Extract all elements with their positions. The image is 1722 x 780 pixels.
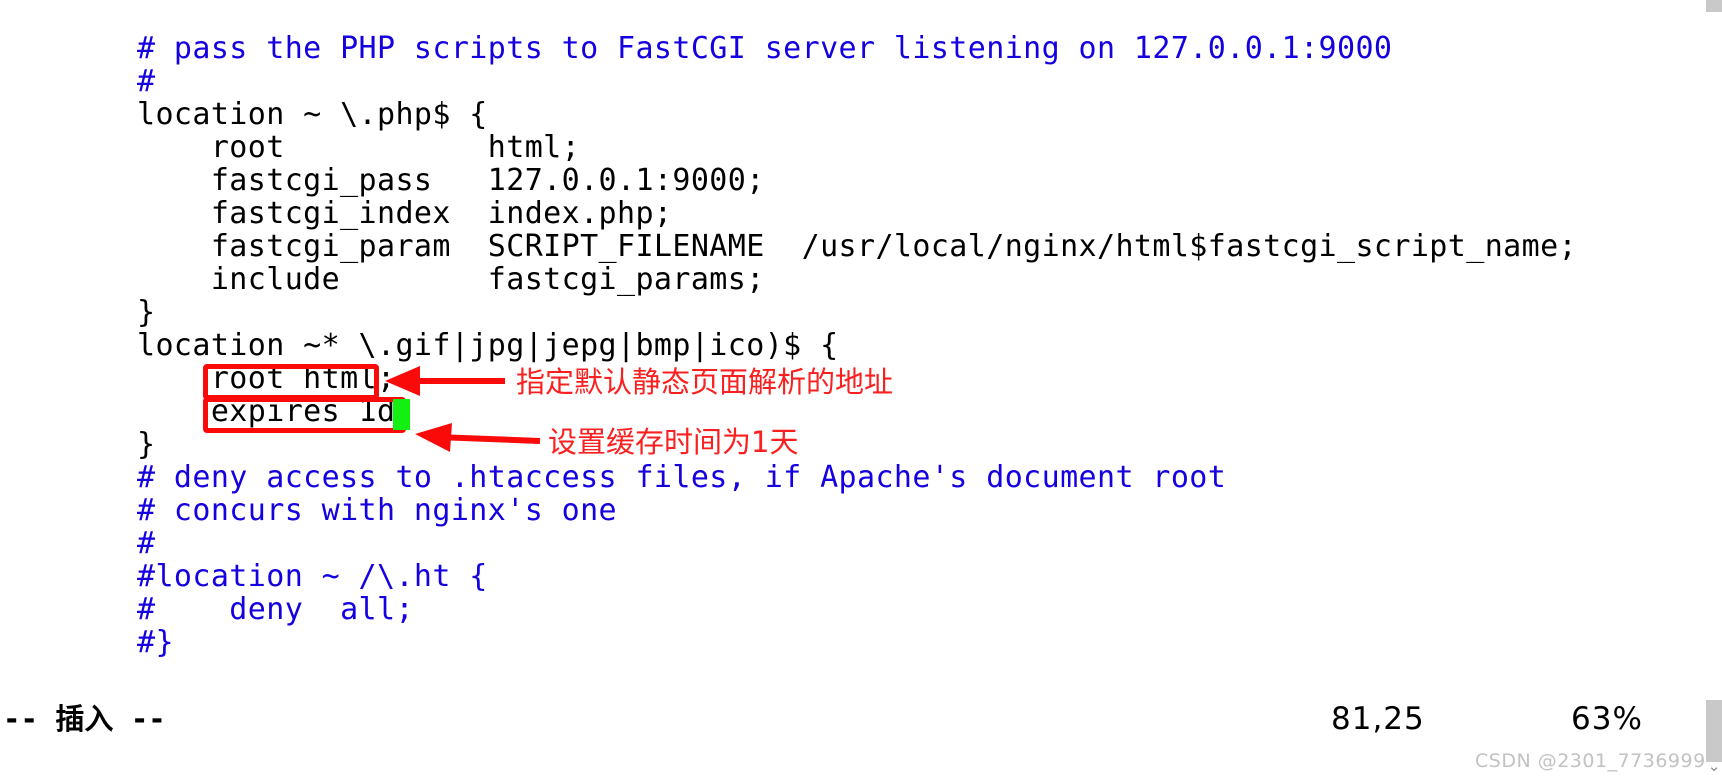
csdn-watermark: CSDN @2301_77369997: [1475, 750, 1719, 772]
code-line[interactable]: include fastcgi_params;: [137, 264, 765, 296]
code-line[interactable]: location ~* \.gif|jpg|jepg|bmp|ico)$ {: [137, 330, 839, 362]
code-line[interactable]: }: [137, 429, 155, 461]
code-line[interactable]: # deny access to .htaccess files, if Apa…: [137, 462, 1226, 494]
status-cursor-position: 81,25: [1331, 701, 1425, 737]
code-line[interactable]: root html;: [137, 363, 395, 395]
status-scroll-percent: 63%: [1571, 701, 1643, 737]
code-line[interactable]: # deny all;: [137, 594, 414, 626]
code-line[interactable]: expires 1d;: [137, 396, 414, 428]
code-line[interactable]: fastcgi_index index.php;: [137, 198, 672, 230]
code-line[interactable]: #}: [137, 627, 174, 659]
vertical-scrollbar-track[interactable]: ⌄: [1706, 0, 1722, 780]
code-line[interactable]: #: [137, 66, 155, 98]
code-line[interactable]: location ~ \.php$ {: [137, 99, 488, 131]
status-bar: -- 插入 -- 81,25 63%: [0, 700, 1722, 744]
code-line[interactable]: #location ~ /\.ht {: [137, 561, 488, 593]
code-line[interactable]: #: [137, 528, 155, 560]
vertical-scrollbar-thumb[interactable]: [1706, 0, 1722, 12]
vertical-scrollbar-lower-segment[interactable]: [1706, 700, 1722, 762]
status-mode-indicator: -- 插入 --: [3, 702, 166, 736]
code-line[interactable]: fastcgi_param SCRIPT_FILENAME /usr/local…: [137, 231, 1577, 263]
code-line[interactable]: # concurs with nginx's one: [137, 495, 617, 527]
vim-editor-screen: # pass the PHP scripts to FastCGI server…: [0, 0, 1722, 780]
code-line[interactable]: root html;: [137, 132, 580, 164]
code-line[interactable]: fastcgi_pass 127.0.0.1:9000;: [137, 165, 765, 197]
code-line[interactable]: # pass the PHP scripts to FastCGI server…: [137, 33, 1392, 65]
code-line[interactable]: }: [137, 297, 155, 329]
code-buffer[interactable]: # pass the PHP scripts to FastCGI server…: [0, 0, 1722, 700]
chevron-down-icon[interactable]: ⌄: [1706, 756, 1722, 780]
